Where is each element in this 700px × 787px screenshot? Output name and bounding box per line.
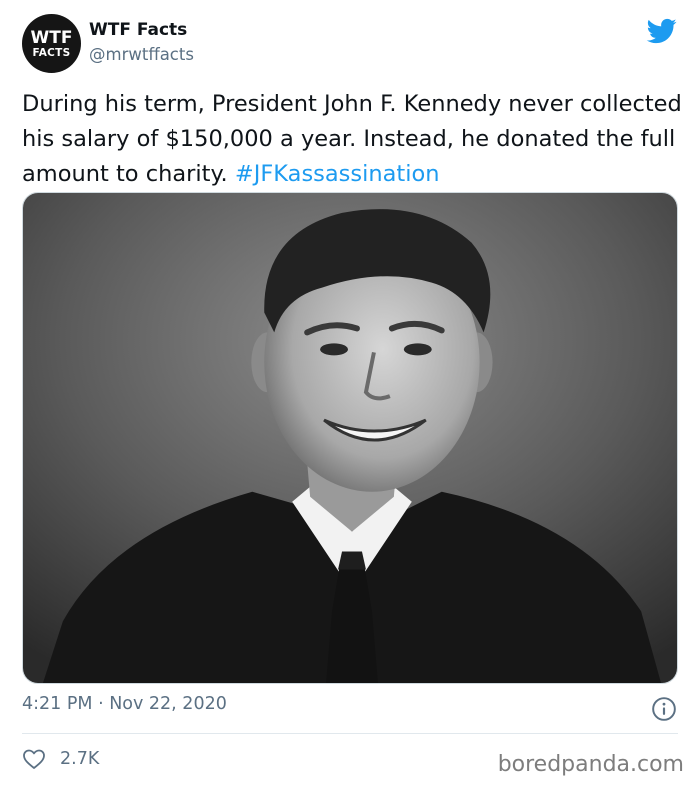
heart-icon <box>23 749 45 769</box>
info-icon[interactable] <box>651 696 677 722</box>
like-count: 2.7K <box>60 749 100 769</box>
divider <box>22 733 678 734</box>
portrait-photo <box>23 193 677 683</box>
twitter-bird-icon[interactable] <box>645 16 679 46</box>
avatar[interactable]: WTF FACTS <box>22 14 81 73</box>
like-button[interactable]: 2.7K <box>22 746 99 772</box>
avatar-line1: WTF <box>30 28 73 49</box>
tweet-text: During his term, President John F. Kenne… <box>22 87 682 192</box>
display-name[interactable]: WTF Facts <box>89 20 187 40</box>
tweet-photo[interactable] <box>22 192 678 684</box>
account-handle[interactable]: @mrwtffacts <box>89 45 194 64</box>
hashtag-link[interactable]: #JFKassassination <box>235 161 440 187</box>
tweet-timestamp[interactable]: 4:21 PM · Nov 22, 2020 <box>22 694 227 714</box>
watermark: boredpanda.com <box>497 752 684 777</box>
avatar-line2: FACTS <box>32 47 71 60</box>
